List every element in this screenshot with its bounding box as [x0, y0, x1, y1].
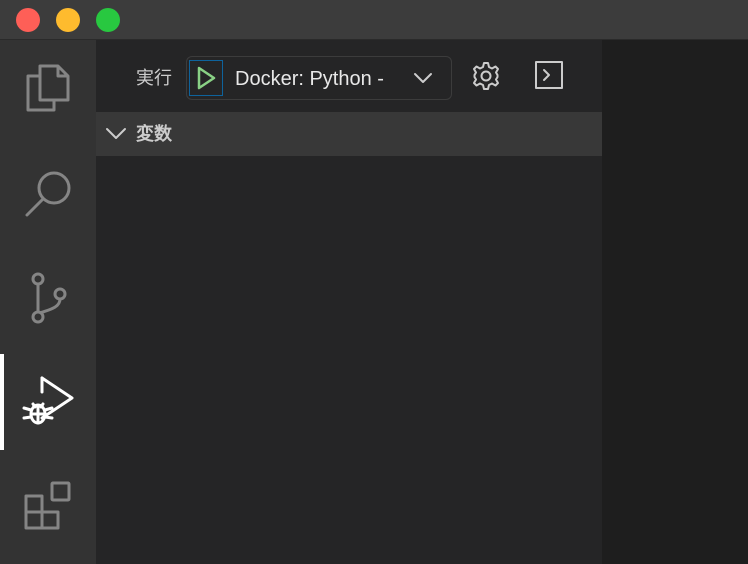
gear-icon: [473, 62, 499, 90]
activity-source-control[interactable]: [0, 250, 96, 346]
start-debugging-button[interactable]: [189, 60, 223, 96]
close-window-button[interactable]: [16, 8, 40, 32]
open-launch-json-button[interactable]: [470, 60, 502, 92]
extensions-icon: [24, 481, 71, 530]
variables-section-title: 変数: [136, 124, 172, 144]
source-control-icon: [31, 272, 67, 324]
activity-extensions[interactable]: [0, 458, 96, 554]
activity-run-debug[interactable]: [0, 354, 96, 450]
window-titlebar: [0, 0, 748, 40]
activity-explorer[interactable]: [0, 40, 96, 136]
run-debug-sidebar: 実行 Docker: Python - 変数: [96, 40, 602, 564]
search-icon: [25, 171, 71, 217]
editor-area: [602, 40, 748, 564]
play-icon: [197, 66, 216, 90]
debug-console-button[interactable]: [534, 60, 564, 90]
maximize-window-button[interactable]: [96, 8, 120, 32]
run-debug-icon: [22, 376, 74, 425]
terminal-icon: [535, 61, 563, 89]
run-label: 実行: [136, 68, 172, 88]
variables-section-header[interactable]: 変数: [96, 112, 602, 156]
activity-search[interactable]: [0, 146, 96, 242]
files-icon: [26, 64, 70, 112]
debug-configuration-select[interactable]: Docker: Python -: [186, 56, 452, 100]
chevron-down-icon: [414, 73, 432, 83]
debug-toolbar: 実行 Docker: Python -: [96, 40, 602, 112]
debug-configuration-name: Docker: Python -: [235, 68, 384, 90]
chevron-down-icon: [106, 128, 126, 139]
activity-bar: [0, 40, 96, 564]
minimize-window-button[interactable]: [56, 8, 80, 32]
